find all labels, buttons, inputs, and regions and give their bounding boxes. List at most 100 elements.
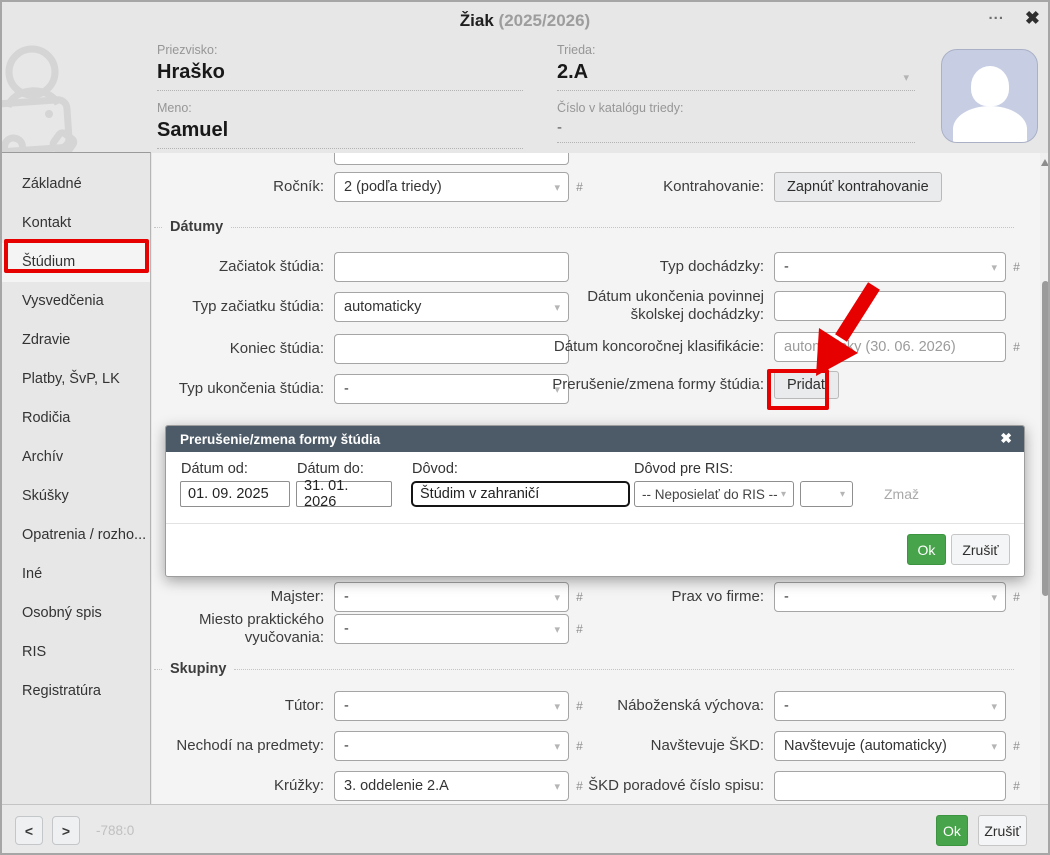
katalog-cislo-value[interactable]: -: [557, 119, 915, 136]
koniec-studia-row: Koniec štúdia:: [142, 334, 569, 364]
sidebar-item-ine[interactable]: Iné: [2, 555, 150, 594]
scrollbar-thumb[interactable]: [1042, 281, 1049, 596]
nechodi-na-predmety-select[interactable]: -▾: [334, 731, 569, 761]
modal-close-icon[interactable]: ✖: [1000, 430, 1012, 447]
sidebar-item-opatrenia[interactable]: Opatrenia / rozho...: [2, 516, 150, 555]
miesto-praktickeho-select[interactable]: -▾: [334, 614, 569, 644]
trieda-select[interactable]: 2.A: [557, 61, 915, 84]
prax-vo-firme-select[interactable]: -▾: [774, 582, 1006, 612]
nabozenska-vychova-row: Náboženská výchova: -▾: [552, 691, 1006, 721]
close-icon[interactable]: ✖: [1025, 8, 1040, 29]
kruzky-row: Krúžky: 3. oddelenie 2.A▾ #: [142, 771, 583, 801]
koniec-studia-input[interactable]: [334, 334, 569, 364]
rocnik-label: Ročník:: [142, 178, 324, 196]
meno-value[interactable]: Samuel: [157, 119, 523, 142]
sidebar-item-registratura[interactable]: Registratúra: [2, 672, 150, 711]
hash-marker: #: [576, 622, 583, 636]
datum-do-label: Dátum do:: [297, 461, 364, 477]
sidebar-item-zdravie[interactable]: Zdravie: [2, 321, 150, 360]
sidebar-item-zakladne[interactable]: Základné: [2, 165, 150, 204]
tutor-label: Tútor:: [142, 697, 324, 715]
ris-extra-select[interactable]: ▾: [800, 481, 853, 507]
sidebar-item-vysvedcenia[interactable]: Vysvedčenia: [2, 282, 150, 321]
prax-vo-firme-label: Prax vo firme:: [552, 588, 764, 606]
sidebar-item-studium[interactable]: Štúdium: [2, 243, 150, 282]
nabozenska-vychova-select[interactable]: -▾: [774, 691, 1006, 721]
hash-marker: #: [1013, 340, 1020, 354]
clipped-top-field[interactable]: [334, 153, 569, 165]
prerusenie-row: Prerušenie/zmena formy štúdia: Pridať: [552, 371, 839, 399]
sidebar-item-kontakt[interactable]: Kontakt: [2, 204, 150, 243]
prev-record-button[interactable]: <: [15, 816, 43, 845]
datum-ukoncenia-povinnej-row: Dátum ukončenia povinnej školskej dochád…: [552, 288, 1006, 324]
dovod-input[interactable]: Štúdim v zahraničí: [411, 481, 630, 507]
avatar-silhouette: [971, 66, 1009, 106]
footer-bar: < > -788:0 Ok Zrušiť: [2, 804, 1048, 855]
chevron-down-icon: ▾: [781, 489, 786, 500]
scroll-up-icon[interactable]: [1041, 159, 1049, 166]
rocnik-row: Ročník: 2 (podľa triedy)▾ #: [142, 172, 583, 202]
sidebar-item-skusky[interactable]: Skúšky: [2, 477, 150, 516]
navstevuje-skd-label: Navštevuje ŠKD:: [552, 737, 764, 755]
zapnut-kontrahovanie-button[interactable]: Zapnúť kontrahovanie: [774, 172, 942, 202]
miesto-praktickeho-row: Miesto praktického vyučovania: -▾ #: [142, 611, 583, 647]
skd-cislo-spisu-input[interactable]: [774, 771, 1006, 801]
sidebar-item-ris[interactable]: RIS: [2, 633, 150, 672]
chevron-down-icon: ▾: [991, 700, 997, 713]
rocnik-select[interactable]: 2 (podľa triedy)▾: [334, 172, 569, 202]
mascot-icon: [2, 45, 102, 152]
typ-zaciatku-row: Typ začiatku štúdia: automaticky▾: [142, 292, 569, 322]
trieda-field: Trieda: 2.A ▾: [557, 43, 915, 91]
footer-cancel-button[interactable]: Zrušiť: [978, 815, 1027, 846]
miesto-praktickeho-label: Miesto praktického vyučovania:: [142, 611, 324, 647]
sidebar-item-rodicia[interactable]: Rodičia: [2, 399, 150, 438]
sidebar-item-platby[interactable]: Platby, ŠvP, LK: [2, 360, 150, 399]
kontrahovanie-label: Kontrahovanie:: [552, 178, 764, 196]
modal-cancel-button[interactable]: Zrušiť: [951, 534, 1010, 565]
title-bar: Žiak (2025/2026) ... ✖: [2, 2, 1048, 37]
meno-label: Meno:: [157, 101, 523, 115]
zmaz-link[interactable]: Zmaž: [884, 486, 919, 502]
chevron-down-icon: ▾: [554, 623, 560, 636]
navstevuje-skd-row: Navštevuje ŠKD: Navštevuje (automaticky)…: [552, 731, 1020, 761]
modal-ok-button[interactable]: Ok: [907, 534, 946, 565]
hash-marker: #: [1013, 590, 1020, 604]
tutor-select[interactable]: -▾: [334, 691, 569, 721]
navstevuje-skd-select[interactable]: Navštevuje (automaticky)▾: [774, 731, 1006, 761]
zaciatok-studia-row: Začiatok štúdia:: [142, 252, 569, 282]
section-skupiny: Skupiny: [154, 661, 1014, 677]
majster-select[interactable]: -▾: [334, 582, 569, 612]
pridat-button[interactable]: Pridať: [774, 371, 839, 399]
footer-ok-button[interactable]: Ok: [936, 815, 968, 846]
priezvisko-field: Priezvisko: Hraško: [157, 43, 523, 91]
typ-dochadzky-select[interactable]: -▾: [774, 252, 1006, 282]
kruzky-label: Krúžky:: [142, 777, 324, 795]
typ-ukoncenia-select[interactable]: -▾: [334, 374, 569, 404]
datum-od-input[interactable]: 01. 09. 2025: [180, 481, 290, 507]
datum-do-input[interactable]: 31. 01. 2026: [296, 481, 392, 507]
sidebar-item-archiv[interactable]: Archív: [2, 438, 150, 477]
prerusenie-label: Prerušenie/zmena formy štúdia:: [552, 376, 764, 394]
typ-ukoncenia-row: Typ ukončenia štúdia: -▾: [142, 374, 569, 404]
skd-cislo-spisu-row: ŠKD poradové číslo spisu: #: [552, 771, 1020, 801]
datum-ukoncenia-povinnej-input[interactable]: [774, 291, 1006, 321]
dovod-pre-ris-select[interactable]: -- Neposielať do RIS --▾: [634, 481, 794, 507]
more-options-button[interactable]: ...: [988, 6, 1004, 23]
koniec-studia-label: Koniec štúdia:: [142, 340, 324, 358]
skd-cislo-spisu-label: ŠKD poradové číslo spisu:: [552, 777, 764, 795]
sidebar: Základné Kontakt Štúdium Vysvedčenia Zdr…: [2, 152, 151, 804]
chevron-down-icon: ▾: [991, 261, 997, 274]
window-title: Žiak (2025/2026): [2, 11, 1048, 31]
datum-koncorocnej-input[interactable]: automaticky (30. 06. 2026): [774, 332, 1006, 362]
next-record-button[interactable]: >: [52, 816, 80, 845]
tutor-row: Tútor: -▾ #: [142, 691, 583, 721]
nechodi-na-predmety-label: Nechodí na predmety:: [142, 737, 324, 755]
sidebar-item-osobny-spis[interactable]: Osobný spis: [2, 594, 150, 633]
priezvisko-value[interactable]: Hraško: [157, 61, 523, 84]
kruzky-select[interactable]: 3. oddelenie 2.A▾: [334, 771, 569, 801]
student-photo-placeholder[interactable]: [941, 49, 1038, 143]
hash-marker: #: [1013, 739, 1020, 753]
chevron-down-icon[interactable]: ▾: [903, 71, 909, 84]
zaciatok-studia-input[interactable]: [334, 252, 569, 282]
typ-zaciatku-select[interactable]: automaticky▾: [334, 292, 569, 322]
